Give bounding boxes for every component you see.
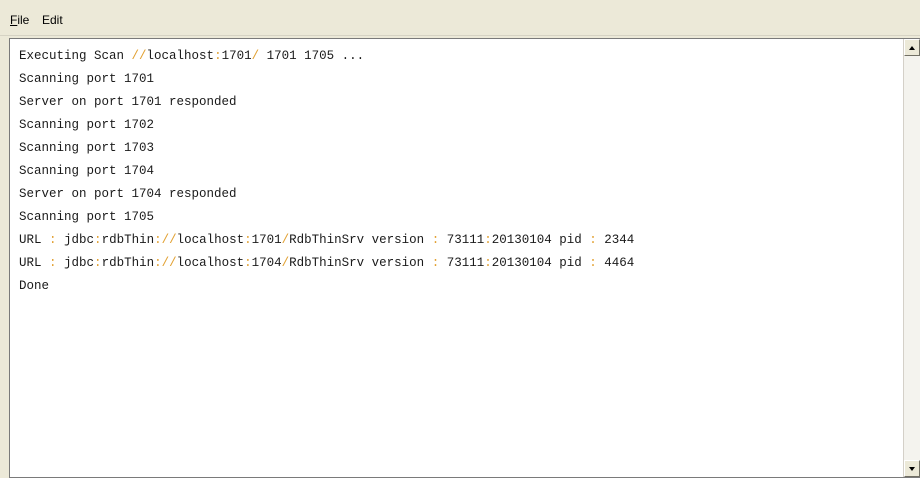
output-punctuation: : (484, 256, 492, 270)
output-text: 1701 (221, 49, 252, 63)
output-punctuation: : (589, 256, 597, 270)
output-text: URL (19, 256, 50, 270)
output-text: 2344 (596, 233, 635, 247)
output-line: Scanning port 1702 (19, 114, 902, 137)
output-text: rdbThin (101, 256, 155, 270)
output-line: Scanning port 1703 (19, 137, 902, 160)
arrow-down-icon (909, 467, 915, 471)
output-line: Scanning port 1705 (19, 206, 902, 229)
output-line: Done (19, 275, 902, 298)
output-line: Executing Scan //localhost:1701/ 1701 17… (19, 45, 902, 68)
output-line: URL : jdbc:rdbThin://localhost:1701/RdbT… (19, 229, 902, 252)
output-line: Scanning port 1704 (19, 160, 902, 183)
output-text: localhost (146, 49, 215, 63)
output-punctuation: : (94, 233, 102, 247)
scroll-up-button[interactable] (904, 39, 920, 56)
vertical-scrollbar[interactable] (903, 39, 920, 477)
output-text: RdbThinSrv version (289, 256, 432, 270)
menu-file-label: ile (17, 13, 30, 27)
output-line: Scanning port 1701 (19, 68, 902, 91)
output-punctuation: : (49, 256, 57, 270)
output-punctuation: : (244, 256, 252, 270)
output-text: 1701 1705 ... (259, 49, 365, 63)
output-text: Scanning port 1703 (19, 141, 155, 155)
output-text: 4464 (596, 256, 635, 270)
output-text: 1701 (251, 233, 282, 247)
output-text: 73111 (439, 233, 485, 247)
scroll-down-button[interactable] (904, 460, 920, 477)
output-punctuation: : (49, 233, 57, 247)
arrow-up-icon (909, 46, 915, 50)
output-text: Server on port 1701 responded (19, 95, 237, 109)
output-text: Scanning port 1701 (19, 72, 155, 86)
output-punctuation: :// (154, 233, 177, 247)
output-text: rdbThin (101, 233, 155, 247)
output-text: localhost (176, 256, 245, 270)
output-punctuation: // (131, 49, 147, 63)
menu-edit[interactable]: Edit (42, 13, 63, 27)
output-line: Server on port 1704 responded (19, 183, 902, 206)
output-text: 1704 (251, 256, 282, 270)
output-punctuation: : (214, 49, 222, 63)
output-text: localhost (176, 233, 245, 247)
output-text: Scanning port 1705 (19, 210, 155, 224)
output-text: 20130104 pid (491, 256, 590, 270)
output-punctuation: / (251, 49, 260, 63)
output-text: 73111 (439, 256, 485, 270)
output-panel: Executing Scan //localhost:1701/ 1701 17… (9, 38, 920, 478)
output-text: Executing Scan (19, 49, 132, 63)
output-punctuation: : (484, 233, 492, 247)
menu-file[interactable]: File (10, 13, 29, 27)
output-punctuation: : (94, 256, 102, 270)
output-line: Server on port 1701 responded (19, 91, 902, 114)
output-text: Scanning port 1704 (19, 164, 155, 178)
output-text: Server on port 1704 responded (19, 187, 237, 201)
output-punctuation: : (244, 233, 252, 247)
output-line: URL : jdbc:rdbThin://localhost:1704/RdbT… (19, 252, 902, 275)
output-punctuation: : (589, 233, 597, 247)
output-text: Scanning port 1702 (19, 118, 155, 132)
output-text: Done (19, 279, 50, 293)
menu-bar: File Edit (0, 0, 920, 36)
output-text: jdbc (56, 256, 95, 270)
output-text-area[interactable]: Executing Scan //localhost:1701/ 1701 17… (10, 39, 902, 477)
output-text: jdbc (56, 233, 95, 247)
output-text: 20130104 pid (491, 233, 590, 247)
output-punctuation: :// (154, 256, 177, 270)
output-text: RdbThinSrv version (289, 233, 432, 247)
output-text: URL (19, 233, 50, 247)
